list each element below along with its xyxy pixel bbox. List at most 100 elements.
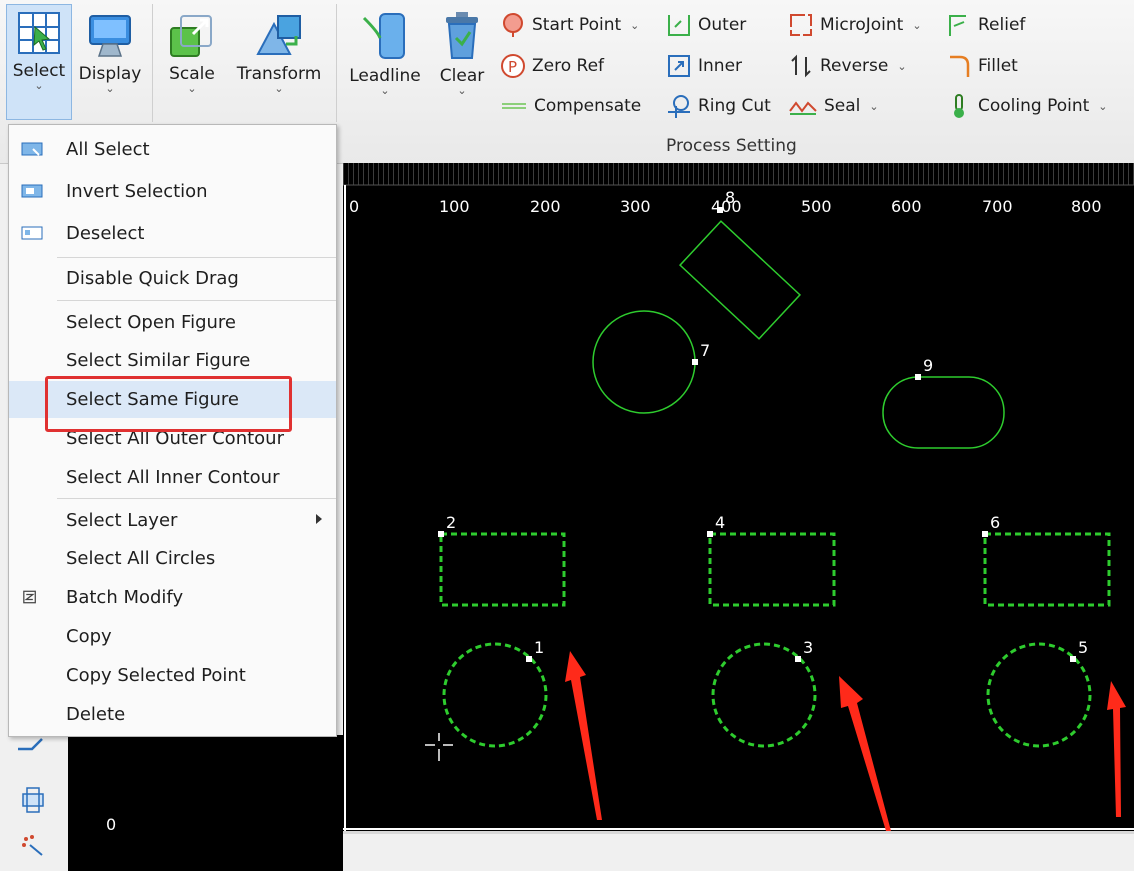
canvas-svg[interactable] [343, 163, 1134, 831]
menu-item-copy[interactable]: Copy [9, 618, 336, 655]
scale-label: Scale [169, 64, 215, 84]
dots-tool-icon[interactable] [18, 831, 48, 861]
start-point-icon [503, 13, 523, 37]
menu-item-label: Select All Circles [66, 548, 216, 569]
display-button[interactable]: Display ⌄ [78, 4, 142, 94]
menu-item-label: Delete [66, 704, 126, 725]
outer-icon [668, 15, 690, 36]
figure-label: 8 [725, 188, 736, 207]
leadline-label: Leadline [349, 66, 421, 86]
menu-item-select-all-circles[interactable]: Select All Circles [9, 540, 336, 577]
select-dropdown-menu: All Select Invert Selection Deselect Dis… [8, 124, 337, 737]
menu-item-select-all-inner-contour[interactable]: Select All Inner Contour [9, 459, 336, 496]
scale-button[interactable]: Scale ⌄ [162, 4, 222, 94]
menu-item-deselect[interactable]: Deselect [9, 215, 336, 252]
menu-item-label: Invert Selection [66, 181, 208, 202]
outer-button[interactable]: Outer [666, 12, 746, 38]
ring-cut-button[interactable]: Ring Cut [666, 93, 771, 119]
chevron-down-icon: ⌄ [1098, 99, 1108, 113]
figure-label: 7 [700, 341, 711, 360]
menu-item-copy-selected-point[interactable]: Copy Selected Point [9, 657, 336, 694]
figure-9-obround[interactable] [882, 376, 1005, 449]
menu-item-all-select[interactable]: All Select [9, 131, 336, 168]
seal-button[interactable]: Seal ⌄ [788, 93, 879, 119]
reverse-button[interactable]: Reverse ⌄ [788, 53, 907, 79]
inner-button[interactable]: Inner [666, 53, 742, 79]
red-highlight-box [45, 376, 292, 432]
start-point-button[interactable]: Start Point ⌄ [500, 12, 639, 38]
ruler-tick-label: 0 [106, 815, 117, 834]
microjoint-label: MicroJoint [820, 15, 904, 35]
batch-modify-icon [23, 590, 36, 604]
figure-2-rect[interactable] [439, 532, 566, 607]
start-point-label: Start Point [532, 15, 622, 35]
menu-item-label: Deselect [66, 223, 145, 244]
compensate-button[interactable]: Compensate [500, 93, 641, 119]
process-setting-group-label: Process Setting [666, 136, 797, 156]
seal-icon [789, 101, 817, 115]
select-button[interactable]: Select ⌄ [6, 4, 72, 120]
figure-4-rect[interactable] [708, 532, 836, 607]
menu-item-label: Batch Modify [66, 587, 184, 608]
figure-8-rotated-rect[interactable] [678, 220, 802, 340]
start-point-marker [1070, 656, 1076, 662]
separator [152, 4, 153, 122]
menu-separator [57, 257, 336, 258]
chevron-down-icon: ⌄ [187, 82, 197, 95]
trash-icon [446, 12, 478, 59]
chevron-down-icon: ⌄ [380, 84, 390, 97]
cooling-point-label: Cooling Point [978, 96, 1090, 116]
menu-separator [57, 300, 336, 301]
figure-7-circle[interactable] [592, 310, 696, 414]
horizontal-ruler [343, 163, 1134, 185]
microjoint-button[interactable]: MicroJoint ⌄ [788, 12, 922, 38]
fillet-button[interactable]: Fillet [946, 53, 1018, 79]
clear-button[interactable]: Clear ⌄ [434, 4, 490, 96]
figure-label: 6 [990, 513, 1001, 532]
microjoint-icon [790, 14, 812, 36]
relief-button[interactable]: Relief [946, 12, 1025, 38]
menu-item-select-open-figure[interactable]: Select Open Figure [9, 304, 336, 341]
transform-button[interactable]: Transform ⌄ [232, 4, 326, 94]
menu-item-label: Select All Inner Contour [66, 467, 280, 488]
chevron-down-icon: ⌄ [105, 82, 115, 95]
leadline-icon [362, 13, 405, 59]
relief-label: Relief [978, 15, 1026, 35]
layers-tool-icon[interactable] [18, 785, 48, 815]
drawing-canvas[interactable]: 0 100 200 300 400 500 600 700 800 8 7 9 … [343, 163, 1134, 831]
red-arrow-annotation [565, 651, 602, 820]
transform-label: Transform [236, 64, 322, 84]
ruler-tick-label: 100 [439, 197, 470, 216]
monitor-icon [89, 15, 131, 57]
leadline-button[interactable]: Leadline ⌄ [346, 4, 424, 96]
red-arrow-annotation [839, 676, 891, 831]
menu-item-label: Select Open Figure [66, 312, 237, 333]
menu-item-label: Select Layer [66, 510, 178, 531]
zero-ref-button[interactable]: P Zero Ref [500, 53, 604, 79]
menu-item-batch-modify[interactable]: Batch Modify [9, 579, 336, 616]
menu-item-label: All Select [66, 139, 150, 160]
ring-cut-label: Ring Cut [698, 96, 771, 116]
menu-item-disable-quick-drag[interactable]: Disable Quick Drag [9, 260, 336, 297]
transform-icon [256, 15, 301, 55]
menu-item-select-layer[interactable]: Select Layer [9, 502, 336, 539]
outer-label: Outer [698, 15, 747, 35]
menu-item-label: Copy [66, 626, 112, 647]
menu-item-invert-selection[interactable]: Invert Selection [9, 173, 336, 210]
menu-item-label: Disable Quick Drag [66, 268, 239, 289]
figure-6-rect[interactable] [983, 532, 1111, 607]
menu-item-select-similar-figure[interactable]: Select Similar Figure [9, 342, 336, 379]
line-tool-icon[interactable] [14, 735, 50, 761]
figure-label: 2 [446, 513, 457, 532]
cooling-point-button[interactable]: Cooling Point ⌄ [946, 93, 1108, 119]
start-point-marker [915, 374, 921, 380]
menu-item-delete[interactable]: Delete [9, 696, 336, 733]
fillet-icon [950, 55, 970, 77]
ruler-tick-label: 500 [801, 197, 832, 216]
start-point-marker [438, 531, 444, 537]
figure-label: 9 [923, 356, 934, 375]
select-grid-icon [18, 12, 60, 54]
zero-ref-icon: P [501, 54, 525, 78]
ring-cut-icon [668, 95, 690, 118]
start-point-marker [795, 656, 801, 662]
